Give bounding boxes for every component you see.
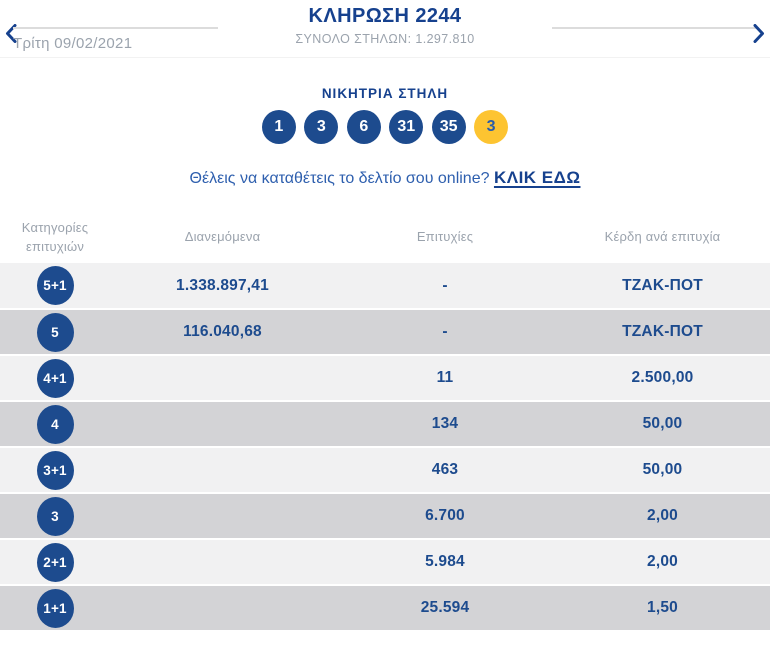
distributed-cell — [110, 493, 335, 539]
prize-tier-row: 4+1 11 2.500,00 — [0, 355, 770, 401]
column-header-category: Κατηγορίες επιτυχιών — [0, 211, 110, 263]
column-header-successes: Επιτυχίες — [335, 211, 555, 263]
winnings-cell: 2,00 — [555, 493, 770, 539]
winning-numbers: 1 3 6 31 35 3 — [0, 110, 770, 144]
distributed-cell: 116.040,68 — [110, 309, 335, 355]
winnings-cell: 50,00 — [555, 401, 770, 447]
online-prompt: Θέλεις να καταθέτεις το δελτίο σου onlin… — [0, 168, 770, 188]
category-badge: 2+1 — [37, 543, 74, 582]
winning-number-ball: 1 — [262, 110, 296, 144]
online-question-text: Θέλεις να καταθέτεις το δελτίο σου onlin… — [190, 170, 490, 187]
winning-column-label: ΝΙΚΗΤΡΙΑ ΣΤΗΛΗ — [0, 86, 770, 101]
successes-cell: 463 — [335, 447, 555, 493]
distributed-cell — [110, 401, 335, 447]
category-badge: 4 — [37, 405, 74, 444]
prize-tier-row: 5 116.040,68 - ΤΖΑΚ-ΠΟΤ — [0, 309, 770, 355]
successes-cell: 11 — [335, 355, 555, 401]
prize-tier-row: 3 6.700 2,00 — [0, 493, 770, 539]
distributed-cell — [110, 585, 335, 631]
prize-tier-row: 3+1 463 50,00 — [0, 447, 770, 493]
draw-navigation-header: Τρίτη 09/02/2021 ΚΛΗΡΩΣΗ 2244 ΣΥΝΟΛΟ ΣΤΗ… — [0, 0, 770, 58]
distributed-cell — [110, 447, 335, 493]
winnings-cell: 1,50 — [555, 585, 770, 631]
winnings-cell: 2.500,00 — [555, 355, 770, 401]
bonus-number-ball: 3 — [474, 110, 508, 144]
successes-cell: - — [335, 263, 555, 309]
winnings-cell: ΤΖΑΚ-ΠΟΤ — [555, 309, 770, 355]
prize-tier-row: 2+1 5.984 2,00 — [0, 539, 770, 585]
successes-cell: 6.700 — [335, 493, 555, 539]
header-divider-left — [13, 27, 218, 29]
winning-number-ball: 6 — [347, 110, 381, 144]
results-table-header: Κατηγορίες επιτυχιών Διανεμόμενα Επιτυχί… — [0, 211, 770, 263]
winning-number-ball: 35 — [432, 110, 466, 144]
winnings-cell: 2,00 — [555, 539, 770, 585]
distributed-cell — [110, 355, 335, 401]
header-divider-right — [552, 27, 757, 29]
category-badge: 1+1 — [37, 589, 74, 628]
click-here-link[interactable]: ΚΛΙΚ ΕΔΩ — [494, 168, 581, 187]
distributed-cell — [110, 539, 335, 585]
successes-cell: 25.594 — [335, 585, 555, 631]
category-badge: 3 — [37, 497, 74, 536]
column-header-winnings: Κέρδη ανά επιτυχία — [555, 211, 770, 263]
winning-number-ball: 31 — [389, 110, 423, 144]
next-draw-button[interactable] — [751, 22, 767, 45]
prize-tier-row: 5+1 1.338.897,41 - ΤΖΑΚ-ΠΟΤ — [0, 263, 770, 309]
category-badge: 5+1 — [37, 266, 74, 305]
results-table: Κατηγορίες επιτυχιών Διανεμόμενα Επιτυχί… — [0, 211, 770, 632]
winnings-cell: ΤΖΑΚ-ΠΟΤ — [555, 263, 770, 309]
successes-cell: 134 — [335, 401, 555, 447]
winnings-cell: 50,00 — [555, 447, 770, 493]
column-header-distributed: Διανεμόμενα — [110, 211, 335, 263]
category-badge: 5 — [37, 313, 74, 352]
category-badge: 3+1 — [37, 451, 74, 490]
prize-tier-row: 4 134 50,00 — [0, 401, 770, 447]
winning-number-ball: 3 — [304, 110, 338, 144]
distributed-cell: 1.338.897,41 — [110, 263, 335, 309]
successes-cell: 5.984 — [335, 539, 555, 585]
chevron-right-icon — [753, 31, 765, 46]
page-title: ΚΛΗΡΩΣΗ 2244 — [0, 5, 770, 28]
successes-cell: - — [335, 309, 555, 355]
category-badge: 4+1 — [37, 359, 74, 398]
draw-date: Τρίτη 09/02/2021 — [13, 35, 132, 52]
prize-tier-row: 1+1 25.594 1,50 — [0, 585, 770, 631]
